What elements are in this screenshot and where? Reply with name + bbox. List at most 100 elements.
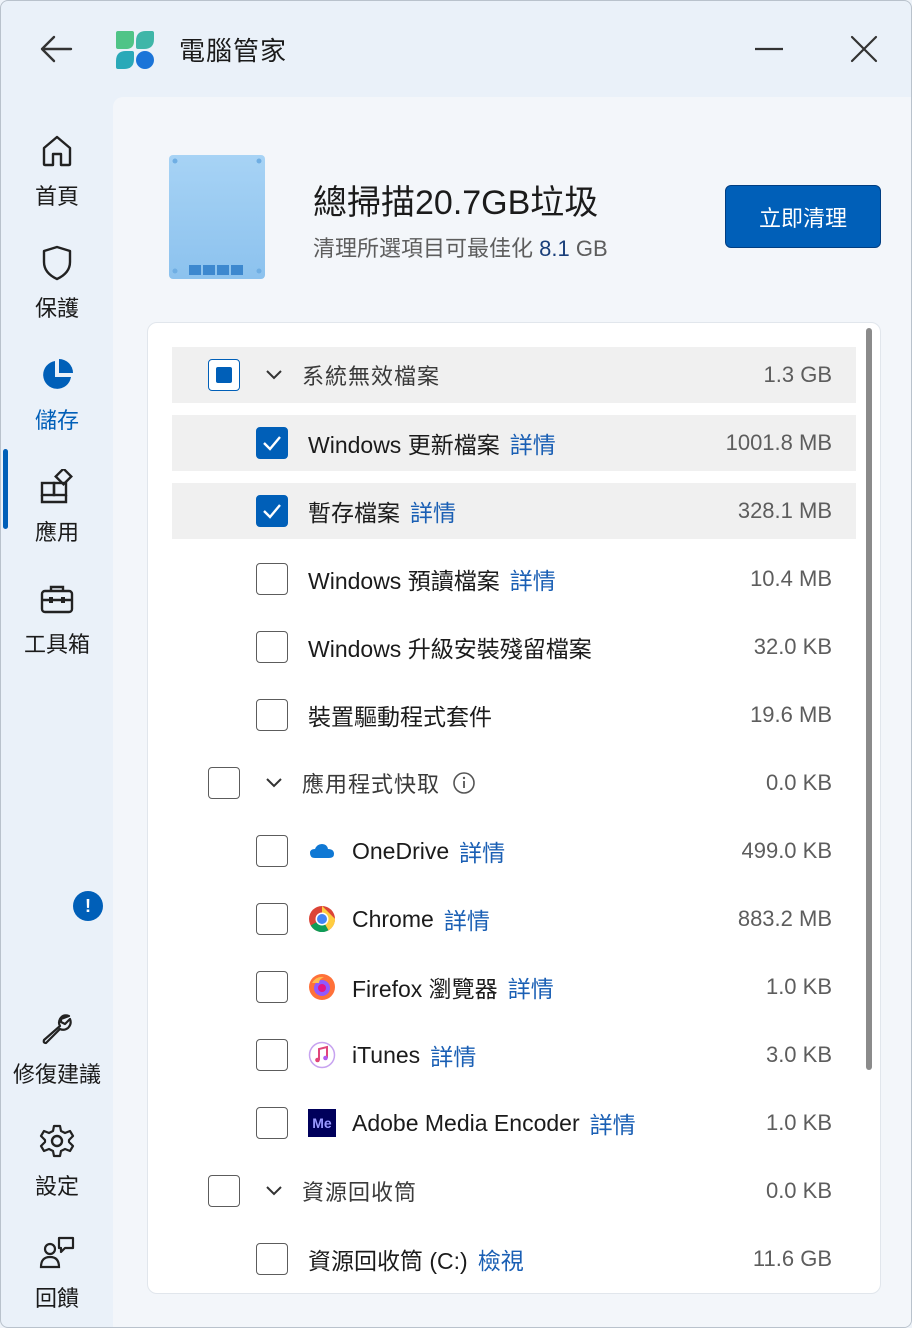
list-item[interactable]: 資源回收筒 (C:) 檢視 11.6 GB [172,1231,856,1287]
item-name: OneDrive [352,837,450,864]
home-icon [42,135,72,167]
sidebar-item-label: 設定 [34,1174,79,1199]
item-size: 328.1 MB [737,498,832,523]
list-item[interactable]: OneDrive 詳情 499.0 KB [172,823,856,879]
list-item[interactable]: Windows 更新檔案 詳情 1001.8 MB [172,415,856,471]
item-name: iTunes [352,1041,421,1068]
sidebar-item-label: 工具箱 [23,632,90,657]
group-name: 資源回收筒 [302,1180,418,1205]
check-icon [263,504,281,519]
item-name: Windows 更新檔案 [308,432,500,458]
details-link[interactable]: 詳情 [510,426,556,460]
chevron-down-icon[interactable] [262,1179,286,1203]
item-checkbox[interactable] [256,563,288,595]
info-icon[interactable] [452,771,476,795]
view-link[interactable]: 檢視 [478,1242,524,1276]
scan-total-headline: 總掃描20.7GB垃圾 [313,184,599,222]
details-link[interactable]: 詳情 [410,494,456,528]
sidebar-item-label: 修復建議 [12,1062,101,1087]
minimize-button[interactable] [746,27,792,71]
notification-badge: ! [73,891,103,921]
item-name: Windows 升級安裝殘留檔案 [308,636,592,662]
item-checkbox[interactable] [256,1107,288,1139]
details-link[interactable]: 詳情 [590,1106,636,1140]
group-checkbox[interactable] [208,1175,240,1207]
group-size: 1.3 GB [763,362,832,387]
item-name: 裝置驅動程式套件 [308,704,492,730]
app-title: 電腦管家 [179,36,288,66]
app-window: 電腦管家 首頁 保護 儲存 應用 工具箱 修復建議 ! 設定 回饋 總掃描20.… [0,0,912,1328]
item-size: 32.0 KB [753,634,832,659]
optimize-unit: GB [575,236,608,261]
clean-now-button[interactable]: 立即清理 [725,185,881,248]
storage-cleanup-pane: 總掃描20.7GB垃圾 清理所選項目可最佳化 8.1 GB 立即清理 系統無效檔… [113,97,911,1327]
list-item[interactable]: Chrome 詳情 883.2 MB [172,891,856,947]
title-bar: 電腦管家 [1,1,911,97]
chevron-down-icon[interactable] [262,771,286,795]
group-size: 0.0 KB [765,770,832,795]
sidebar-item-label: 回饋 [34,1286,79,1311]
group-row-app-cache[interactable]: 應用程式快取 0.0 KB [172,755,856,811]
feedback-icon [39,1236,75,1269]
item-checkbox[interactable] [256,971,288,1003]
sidebar-item-repair-suggestions[interactable]: 修復建議 [1,999,113,1099]
item-size: 883.2 MB [737,906,832,931]
details-link[interactable]: 詳情 [459,834,505,868]
group-checkbox[interactable] [208,767,240,799]
wrench-icon [42,1014,72,1045]
onedrive-icon [308,837,336,865]
details-link[interactable]: 詳情 [510,562,556,596]
sidebar-item-label: 應用 [34,520,79,545]
group-checkbox[interactable] [208,359,240,391]
svg-text:Me: Me [312,1115,332,1131]
sidebar-item-apps[interactable]: 應用 [1,457,113,557]
back-button[interactable] [31,27,81,71]
sidebar-item-label: 保護 [34,296,79,321]
item-name: Chrome [352,905,434,932]
list-item[interactable]: Windows 預讀檔案 詳情 10.4 MB [172,551,856,607]
chevron-down-icon[interactable] [262,363,286,387]
item-checkbox[interactable] [256,1039,288,1071]
close-button[interactable] [841,27,887,71]
close-icon [850,35,878,63]
ssd-drive-icon [169,155,265,279]
sidebar-item-feedback[interactable]: 回饋 [1,1223,113,1323]
list-item[interactable]: 暫存檔案 詳情 328.1 MB [172,483,856,539]
details-link[interactable]: 詳情 [444,902,490,936]
list-item[interactable]: Firefox 瀏覽器 詳情 1.0 KB [172,959,856,1015]
sidebar-item-label: 儲存 [34,408,79,433]
list-item[interactable]: iTunes 詳情 3.0 KB [172,1027,856,1083]
item-checkbox[interactable] [256,835,288,867]
cleanup-list: 系統無效檔案 1.3 GB Windows 更新檔案 詳情 1001.8 MB … [147,322,881,1294]
sidebar-item-storage[interactable]: 儲存 [1,345,113,445]
check-icon [263,436,281,451]
group-name: 系統無效檔案 [302,364,441,389]
pie-chart-icon [43,359,73,389]
item-size: 1001.8 MB [725,430,832,455]
details-link[interactable]: 詳情 [508,970,554,1004]
item-size: 1.0 KB [765,1110,832,1135]
sidebar-item-protect[interactable]: 保護 [1,233,113,333]
group-row-recycle-bin[interactable]: 資源回收筒 0.0 KB [172,1163,856,1219]
group-name: 應用程式快取 [302,772,441,797]
item-checkbox[interactable] [256,427,288,459]
sidebar: 首頁 保護 儲存 應用 工具箱 修復建議 ! 設定 回饋 [1,97,113,1327]
item-checkbox[interactable] [256,631,288,663]
list-item[interactable]: Windows 升級安裝殘留檔案 32.0 KB [172,619,856,675]
item-checkbox[interactable] [256,903,288,935]
list-item[interactable]: Me Adobe Media Encoder 詳情 1.0 KB [172,1095,856,1151]
item-name: 暫存檔案 [308,500,400,526]
item-checkbox[interactable] [256,1243,288,1275]
item-checkbox[interactable] [256,699,288,731]
details-link[interactable]: 詳情 [430,1038,476,1072]
group-row-system-junk[interactable]: 系統無效檔案 1.3 GB [172,347,856,403]
sidebar-item-settings[interactable]: 設定 [1,1111,113,1211]
item-size: 11.6 GB [752,1246,832,1271]
scrollbar[interactable] [866,328,872,1070]
sidebar-item-toolbox[interactable]: 工具箱 [1,569,113,669]
list-item[interactable]: 裝置驅動程式套件 19.6 MB [172,687,856,743]
sidebar-item-home[interactable]: 首頁 [1,121,113,221]
item-name: Firefox 瀏覽器 [352,976,498,1002]
arrow-left-icon [40,35,73,63]
item-checkbox[interactable] [256,495,288,527]
